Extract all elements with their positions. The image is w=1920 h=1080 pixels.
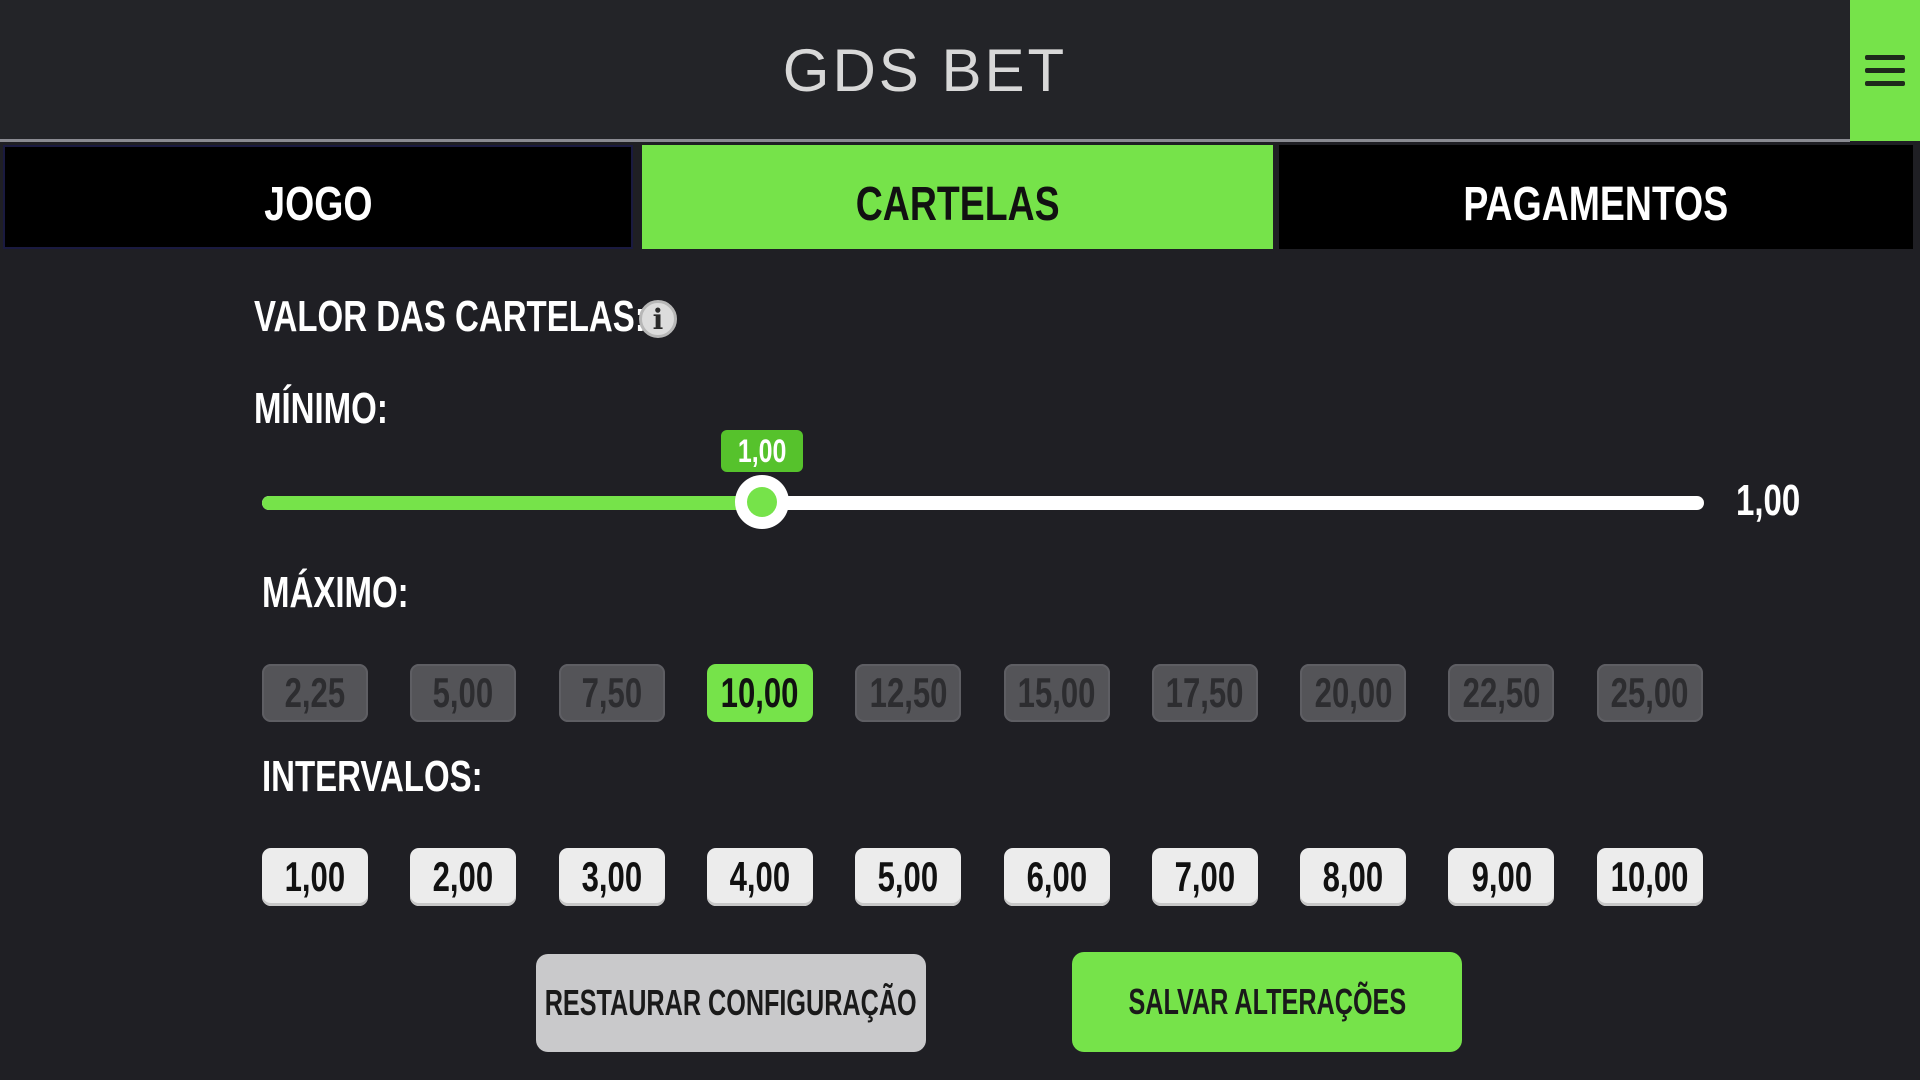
maximo-label: MÁXIMO: bbox=[262, 568, 409, 617]
minimo-label: MÍNIMO: bbox=[254, 384, 388, 433]
tab-jogo[interactable]: JOGO bbox=[3, 145, 633, 249]
minimo-value-display: 1,00 bbox=[1736, 476, 1801, 525]
maximo-option-6: 17,50 bbox=[1151, 664, 1258, 722]
intervalos-option-3[interactable]: 4,00 bbox=[706, 848, 813, 906]
intervalos-option-2[interactable]: 3,00 bbox=[558, 848, 665, 906]
header-divider bbox=[0, 139, 1850, 142]
section-title: VALOR DAS CARTELAS: bbox=[254, 292, 646, 341]
menu-button[interactable] bbox=[1850, 0, 1920, 141]
intervalos-option-4[interactable]: 5,00 bbox=[855, 848, 962, 906]
maximo-option-5: 15,00 bbox=[1003, 664, 1110, 722]
maximo-option-8: 22,50 bbox=[1448, 664, 1555, 722]
intervalos-option-7[interactable]: 8,00 bbox=[1300, 848, 1407, 906]
maximo-option-2: 7,50 bbox=[558, 664, 665, 722]
tab-pagamentos[interactable]: PAGAMENTOS bbox=[1279, 145, 1913, 249]
minimo-slider-fill bbox=[262, 496, 763, 510]
intervalos-option-9[interactable]: 10,00 bbox=[1596, 848, 1703, 906]
save-changes-button[interactable]: SALVAR ALTERAÇÕES bbox=[1072, 952, 1462, 1052]
hamburger-menu-icon[interactable] bbox=[1865, 54, 1905, 87]
maximo-option-3[interactable]: 10,00 bbox=[706, 664, 813, 722]
intervalos-option-1[interactable]: 2,00 bbox=[410, 848, 517, 906]
minimo-slider-thumb[interactable] bbox=[735, 475, 790, 529]
intervalos-option-5[interactable]: 6,00 bbox=[1003, 848, 1110, 906]
intervalos-option-8[interactable]: 9,00 bbox=[1448, 848, 1555, 906]
intervalos-label: INTERVALOS: bbox=[262, 752, 483, 801]
restore-config-button[interactable]: RESTAURAR CONFIGURAÇÃO bbox=[536, 954, 926, 1052]
intervalos-option-6[interactable]: 7,00 bbox=[1151, 848, 1258, 906]
maximo-option-7: 20,00 bbox=[1300, 664, 1407, 722]
maximo-option-0: 2,25 bbox=[262, 664, 368, 722]
tab-pagamentos-label: PAGAMENTOS bbox=[1463, 177, 1729, 231]
intervalos-option-0[interactable]: 1,00 bbox=[262, 848, 368, 906]
maximo-option-4: 12,50 bbox=[855, 664, 962, 722]
info-icon[interactable]: i bbox=[639, 300, 677, 338]
tab-cartelas[interactable]: CARTELAS bbox=[642, 145, 1273, 249]
tab-jogo-label: JOGO bbox=[263, 177, 373, 231]
minimo-slider-tooltip: 1,00 bbox=[721, 430, 804, 472]
tab-cartelas-label: CARTELAS bbox=[855, 177, 1060, 231]
maximo-option-1: 5,00 bbox=[410, 664, 517, 722]
maximo-option-9: 25,00 bbox=[1596, 664, 1703, 722]
app-title: GDS BET bbox=[782, 36, 1068, 104]
app-header: GDS BET bbox=[0, 0, 1920, 142]
